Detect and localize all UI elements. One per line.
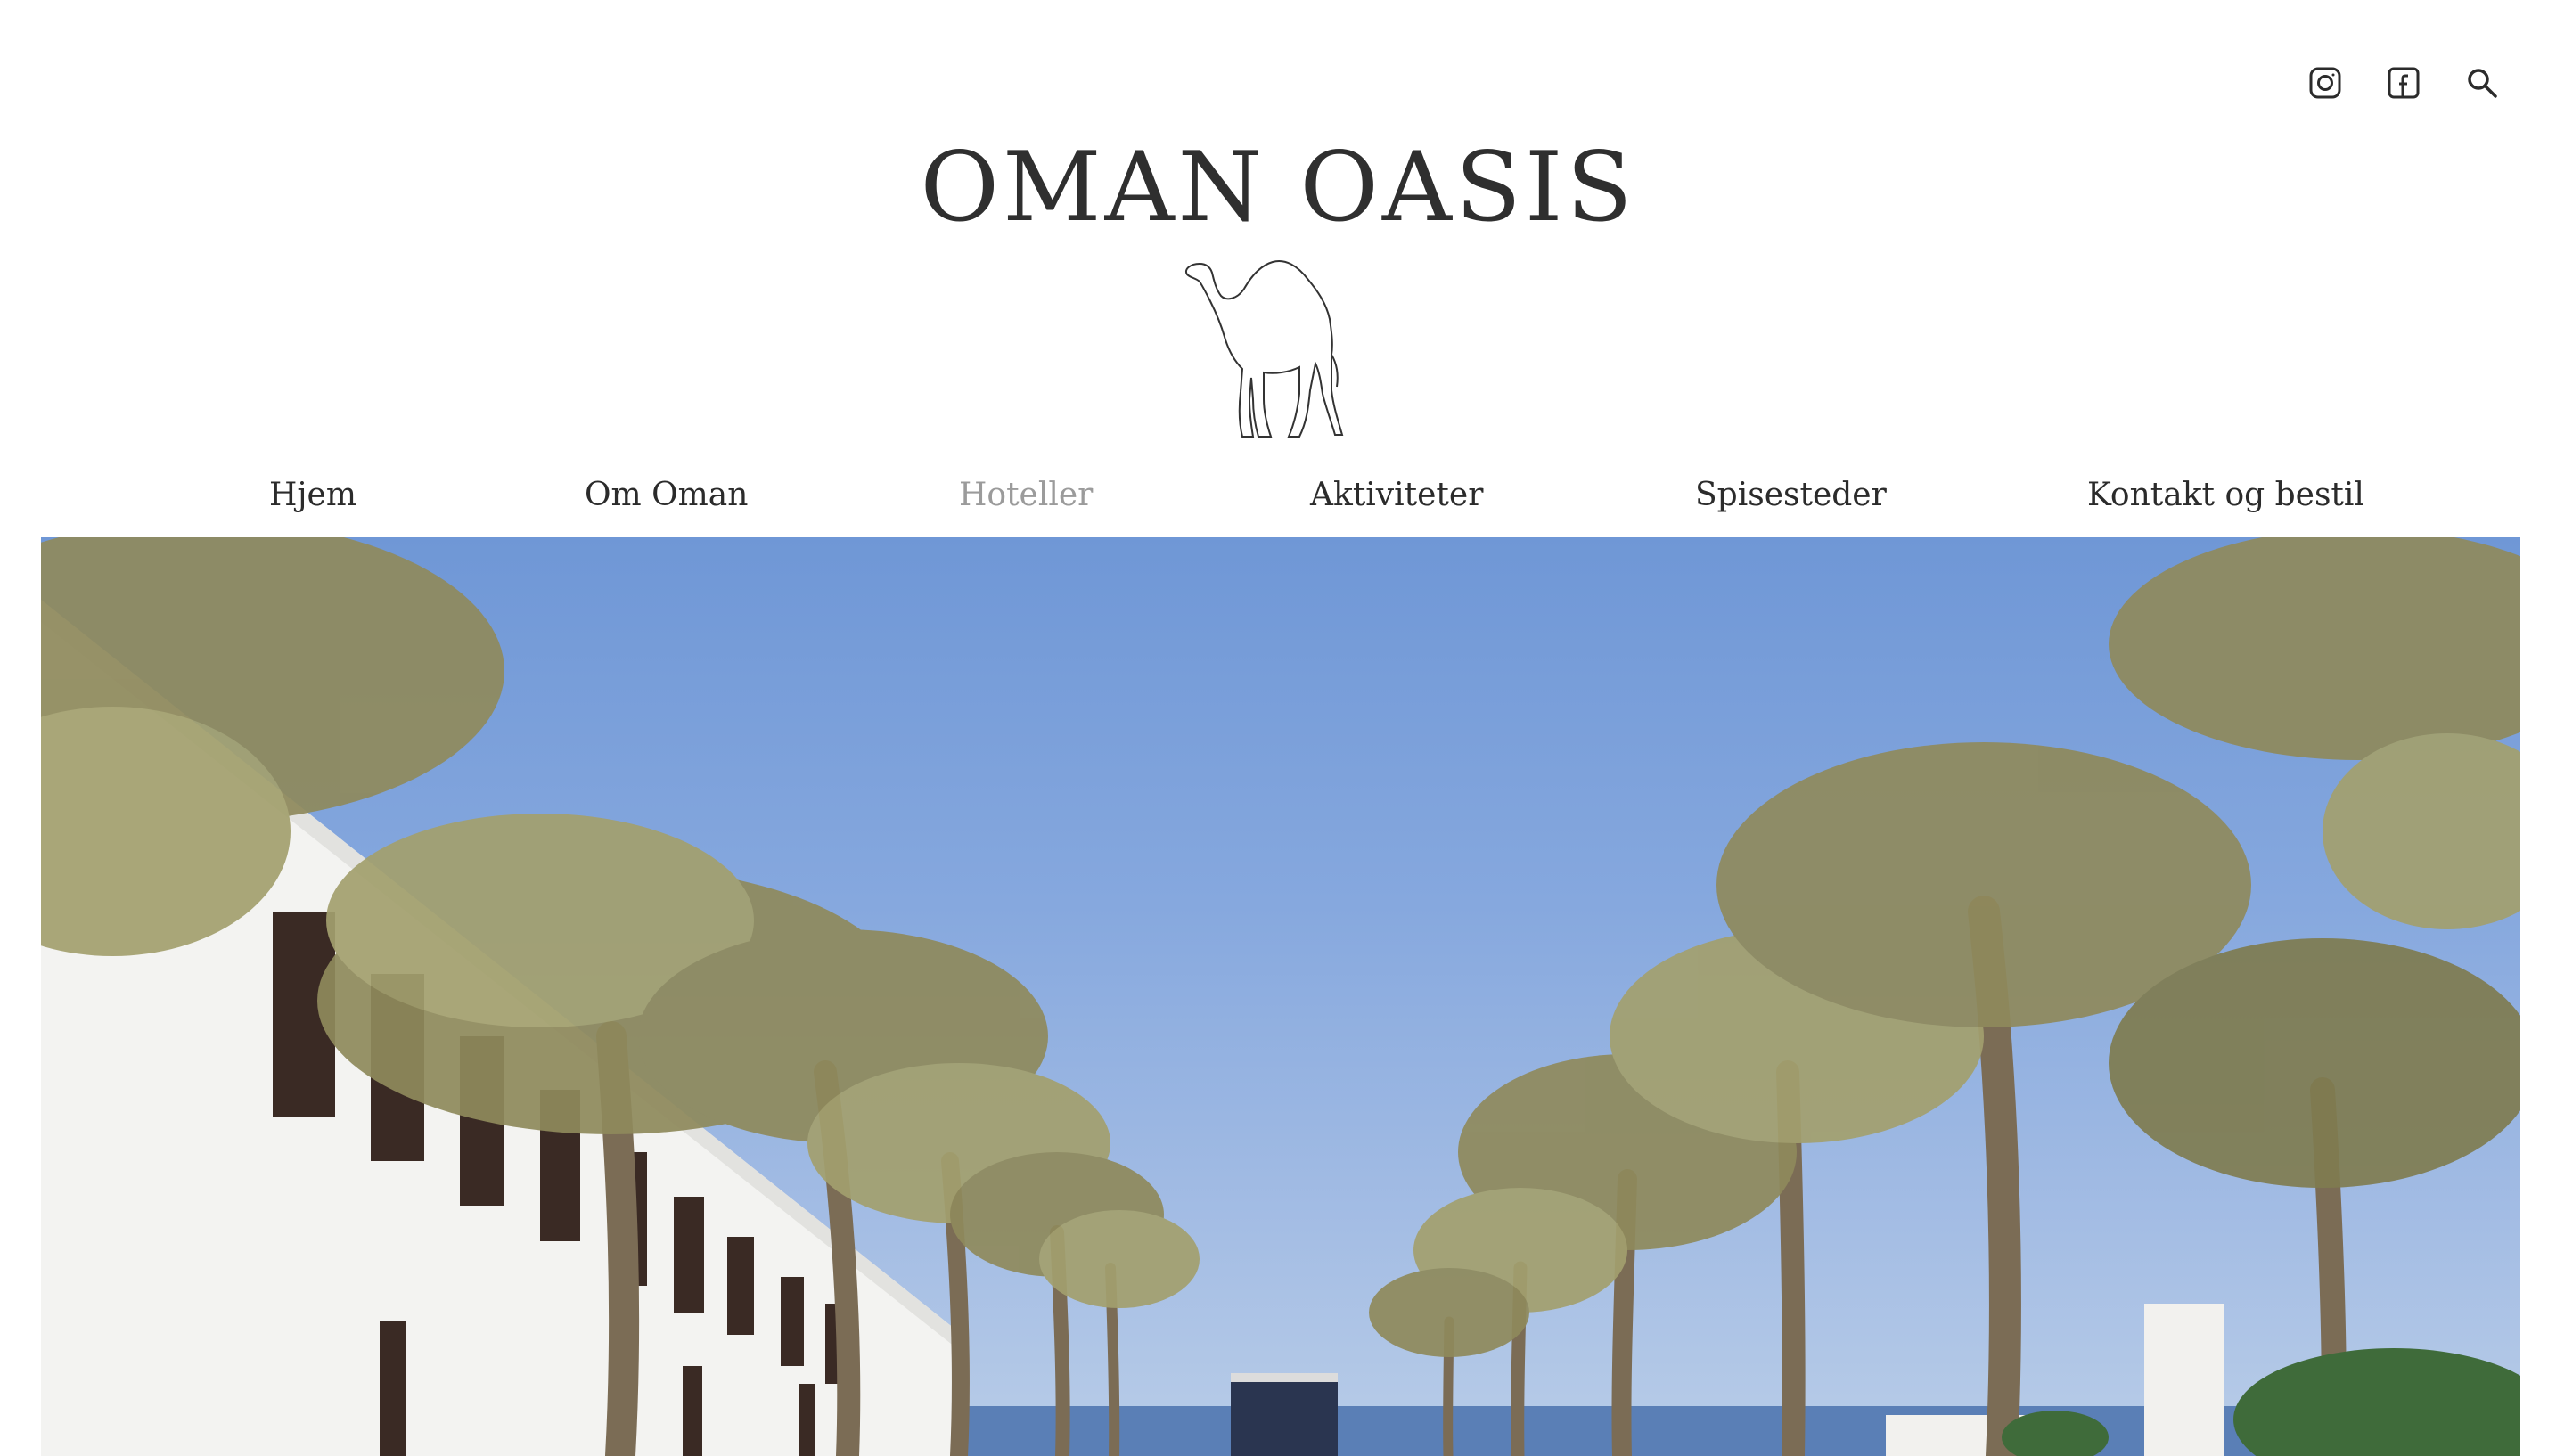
nav-item-hjem[interactable]: Hjem — [269, 477, 356, 513]
instagram-icon[interactable] — [2305, 62, 2346, 103]
page: OMAN OASIS Hjem Om Oman Hoteller Aktivit… — [0, 0, 2556, 1456]
site-title[interactable]: OMAN OASIS — [0, 132, 2556, 243]
nav-item-aktiviteter[interactable]: Aktiviteter — [1310, 477, 1483, 513]
camel-logo-icon[interactable] — [1175, 257, 1389, 444]
header-icons — [2305, 62, 2503, 103]
main-nav: Hjem Om Oman Hoteller Aktiviteter Spises… — [0, 477, 2556, 526]
facebook-icon[interactable] — [2383, 62, 2424, 103]
nav-item-om-oman[interactable]: Om Oman — [585, 477, 748, 513]
search-icon[interactable] — [2462, 62, 2503, 103]
nav-item-hoteller[interactable]: Hoteller — [959, 477, 1093, 513]
nav-item-kontakt-og-bestil[interactable]: Kontakt og bestil — [2087, 477, 2364, 513]
hero-image — [41, 537, 2520, 1456]
nav-item-spisesteder[interactable]: Spisesteder — [1695, 477, 1887, 513]
